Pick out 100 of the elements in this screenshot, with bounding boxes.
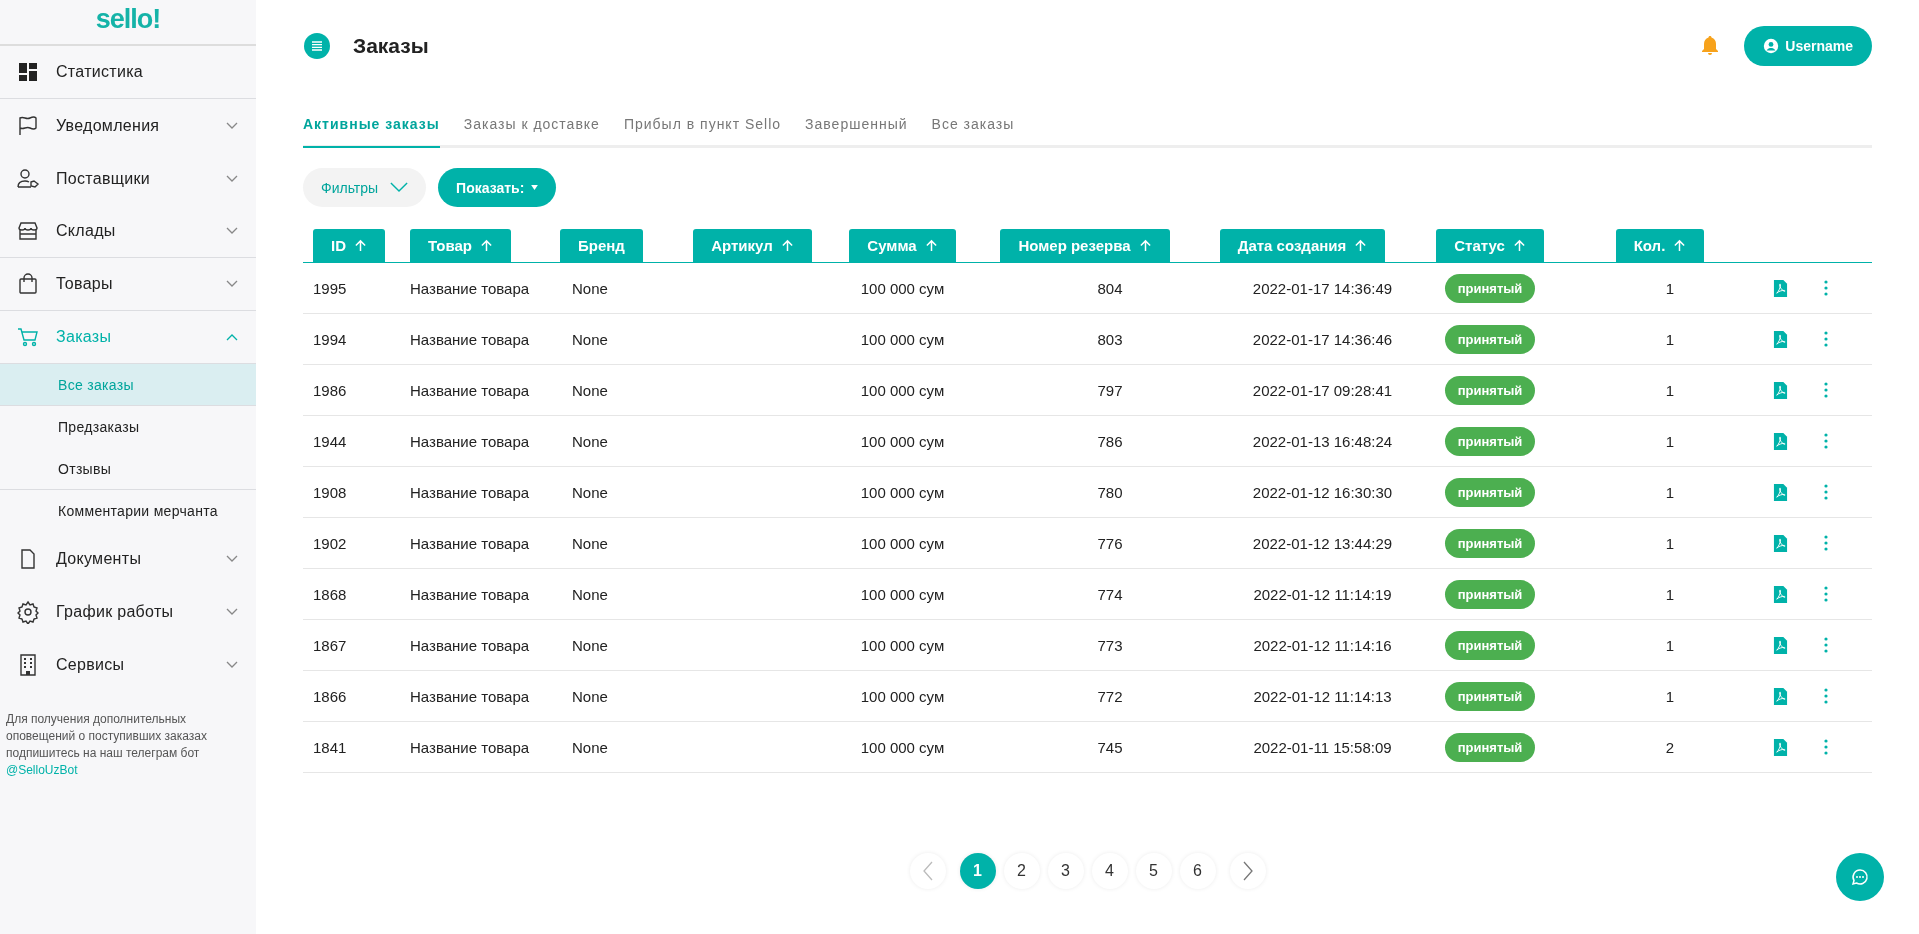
column-header[interactable]: Номер резерва [1000, 229, 1170, 262]
table-cell-text: 1868 [313, 585, 348, 603]
gear-icon [16, 599, 40, 624]
table-cell-text: None [571, 585, 609, 603]
column-header[interactable]: Дата создания [1219, 229, 1386, 262]
chevron-icon [226, 121, 238, 130]
sidebar-subitem[interactable]: Комментарии мерчанта [0, 490, 256, 532]
more-options-icon[interactable] [1824, 586, 1828, 602]
table-cell-text: Название товара [410, 330, 531, 348]
page-button[interactable]: 6 [1179, 853, 1216, 889]
chevron-icon [226, 660, 238, 669]
chevron-icon [390, 182, 409, 193]
page-button[interactable]: 3 [1047, 853, 1084, 889]
pdf-icon[interactable] [1772, 381, 1788, 399]
chat-button[interactable] [1836, 853, 1884, 901]
sidebar-subitem[interactable]: Предзаказы [0, 406, 256, 448]
more-options-icon[interactable] [1824, 637, 1828, 653]
status-badge: принятый [1444, 579, 1536, 609]
table-cell-text: 1986 [313, 381, 348, 399]
pdf-icon[interactable] [1772, 687, 1788, 705]
table-cell-text: Название товара [410, 738, 531, 756]
sidebar-item[interactable]: График работы [0, 585, 256, 638]
table-cell-text: None [571, 636, 609, 654]
more-options-icon[interactable] [1824, 331, 1828, 347]
table-cell: 100 000 сум [860, 534, 945, 552]
sidebar-item[interactable]: Сервисы [0, 638, 256, 691]
sidebar-item[interactable]: Склады [0, 205, 256, 258]
table-cell-text: 803 [1096, 330, 1123, 348]
page-button[interactable]: 2 [1003, 853, 1040, 889]
table-cell-text: 1902 [313, 534, 348, 552]
sidebar-subitem[interactable]: Все заказы [0, 364, 256, 406]
pdf-icon[interactable] [1772, 483, 1788, 501]
sidebar-item[interactable]: Уведомления [0, 99, 256, 152]
chevron-icon [226, 554, 238, 563]
more-options-icon[interactable] [1824, 688, 1828, 704]
sidebar-subitem[interactable]: Отзывы [0, 448, 256, 490]
table-cell-text: Название товара [410, 381, 531, 399]
table-cell-text: None [571, 432, 609, 450]
more-options-icon[interactable] [1824, 433, 1828, 449]
sidebar-item[interactable]: Товары [0, 258, 256, 311]
column-header[interactable]: Сумма [849, 229, 956, 262]
more-options-icon[interactable] [1824, 739, 1828, 755]
chevron-icon [226, 280, 238, 288]
more-options-icon[interactable] [1824, 484, 1828, 500]
pdf-icon[interactable] [1772, 534, 1788, 552]
dashboard-icon [16, 60, 40, 84]
sidebar-item[interactable]: Документы [0, 532, 256, 585]
table-cell: 100 000 сум [860, 687, 945, 705]
pdf-icon[interactable] [1772, 330, 1788, 348]
tab[interactable]: Завершенный [805, 116, 908, 148]
table-cell-text: None [571, 279, 609, 297]
table-cell-text: 786 [1096, 432, 1123, 450]
tab[interactable]: Активные заказы [303, 116, 440, 148]
pdf-icon[interactable] [1772, 585, 1788, 603]
sidebar-item[interactable]: Поставщики [0, 152, 256, 205]
table-cell-text: None [571, 330, 609, 348]
page-button[interactable]: 5 [1135, 853, 1172, 889]
pdf-icon[interactable] [1772, 738, 1788, 756]
chevron-icon [226, 227, 238, 235]
status-badge: принятый [1444, 324, 1536, 354]
sidebar-item[interactable]: Статистика [0, 46, 256, 99]
previous-page-button[interactable] [909, 853, 946, 889]
table-cell-text: 2022-01-13 16:48:24 [1251, 432, 1393, 450]
table-cell-text: 1 [1664, 483, 1675, 501]
menu-icon[interactable] [304, 33, 330, 59]
telegram-bot-link[interactable]: @SelloUzBot [6, 763, 78, 777]
chevron-icon [226, 607, 238, 616]
more-options-icon[interactable] [1824, 535, 1828, 551]
logo[interactable]: sello! [95, 4, 161, 35]
table-cell-text: 1 [1664, 585, 1675, 603]
sort-arrow-icon [479, 239, 493, 252]
table-cell-text: 1 [1664, 534, 1675, 552]
status-badge: принятый [1444, 477, 1536, 507]
column-header[interactable]: Товар [410, 229, 511, 262]
column-header[interactable]: Артикул [693, 229, 812, 262]
table-cell: 100 000 сум [860, 330, 945, 348]
sort-arrow-icon [924, 239, 938, 252]
column-header[interactable]: Статус [1436, 229, 1544, 262]
table-cell-text: 776 [1096, 534, 1123, 552]
next-page-button[interactable] [1229, 853, 1266, 889]
page-button[interactable]: 4 [1091, 853, 1128, 889]
show-dropdown[interactable]: Показать: [438, 168, 557, 207]
tab[interactable]: Заказы к доставке [463, 116, 600, 148]
user-button[interactable]: Username [1744, 26, 1872, 66]
pdf-icon[interactable] [1772, 279, 1788, 297]
bag-icon [16, 272, 40, 296]
column-header[interactable]: ID [313, 229, 385, 262]
table-cell-text: 780 [1096, 483, 1123, 501]
column-header[interactable]: Бренд [560, 229, 643, 262]
tab[interactable]: Все заказы [931, 116, 1015, 148]
pdf-icon[interactable] [1772, 432, 1788, 450]
filters-button[interactable]: Фильтры [303, 168, 427, 207]
column-header[interactable]: Кол. [1615, 229, 1705, 262]
pdf-icon[interactable] [1772, 636, 1788, 654]
table-cell-text: None [571, 534, 609, 552]
more-options-icon[interactable] [1824, 280, 1828, 296]
tab[interactable]: Прибыл в пункт Sello [623, 116, 782, 148]
table-cell-text: 2022-01-17 14:36:49 [1251, 279, 1393, 297]
page-button[interactable]: 1 [959, 853, 996, 889]
more-options-icon[interactable] [1824, 382, 1828, 398]
